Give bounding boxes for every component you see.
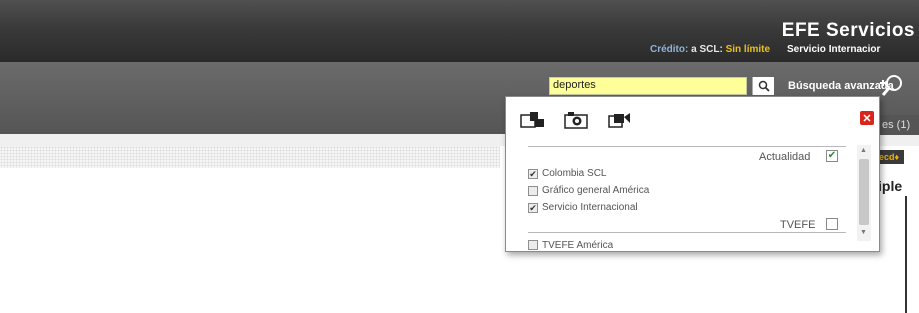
search-filter-dropdown: ✕ Actualidad ✔ ✔ Colombia SCL Gráfico ge… xyxy=(505,96,880,252)
dropdown-scrollbar[interactable]: ▲ ▼ xyxy=(857,145,871,241)
section-divider xyxy=(528,146,846,147)
scroll-thumb[interactable] xyxy=(859,159,869,225)
credit-account: a SCL: xyxy=(691,44,723,55)
search-button[interactable] xyxy=(752,77,774,95)
divider xyxy=(905,196,907,313)
brand-title: EFE Servicios xyxy=(781,20,915,41)
video-camera-icon[interactable] xyxy=(608,111,634,129)
checkbox[interactable] xyxy=(528,185,538,196)
section-title-tvefe: TVEFE xyxy=(780,219,816,231)
close-icon[interactable]: ✕ xyxy=(860,111,874,125)
credit-limit: Sin límite xyxy=(725,44,771,55)
section-title-actualidad: Actualidad xyxy=(759,151,811,163)
advanced-search-link[interactable]: Búsqueda avanzada xyxy=(788,80,894,92)
media-type-icons xyxy=(520,111,634,129)
results-tab[interactable]: es (1) xyxy=(878,115,919,135)
partial-heading: iple xyxy=(878,178,903,194)
scroll-up-icon[interactable]: ▲ xyxy=(860,147,867,154)
option-grafico-general-america[interactable]: Gráfico general América xyxy=(528,185,649,196)
checkbox[interactable]: ✔ xyxy=(528,168,538,179)
option-tvefe-america[interactable]: TVEFE América xyxy=(528,239,613,251)
camera-icon[interactable] xyxy=(564,111,590,129)
option-label: Colombia SCL xyxy=(542,168,607,179)
credit-label: Crédito: xyxy=(650,44,689,55)
checkbox[interactable] xyxy=(528,240,538,250)
section-divider xyxy=(528,232,846,233)
service-label[interactable]: Servicio Internacior xyxy=(787,44,880,55)
option-servicio-internacional[interactable]: ✔ Servicio Internacional xyxy=(528,202,638,213)
option-colombia-scl[interactable]: ✔ Colombia SCL xyxy=(528,168,606,179)
search-icon xyxy=(758,80,770,92)
zoom-plus-icon[interactable] xyxy=(880,74,906,98)
section-checkbox-actualidad[interactable]: ✔ xyxy=(826,150,838,162)
search-input[interactable]: deportes xyxy=(549,77,747,95)
credit-info: Crédito: a SCL: Sin límite xyxy=(650,44,770,55)
option-label: Gráfico general América xyxy=(542,185,650,196)
text-photo-icon[interactable] xyxy=(520,111,546,129)
dotted-band xyxy=(0,146,500,168)
scroll-down-icon[interactable]: ▼ xyxy=(860,229,867,236)
option-label: Servicio Internacional xyxy=(542,202,638,213)
option-label: TVEFE América xyxy=(542,239,614,251)
checkbox[interactable]: ✔ xyxy=(528,202,538,213)
section-checkbox-tvefe[interactable] xyxy=(826,218,838,230)
